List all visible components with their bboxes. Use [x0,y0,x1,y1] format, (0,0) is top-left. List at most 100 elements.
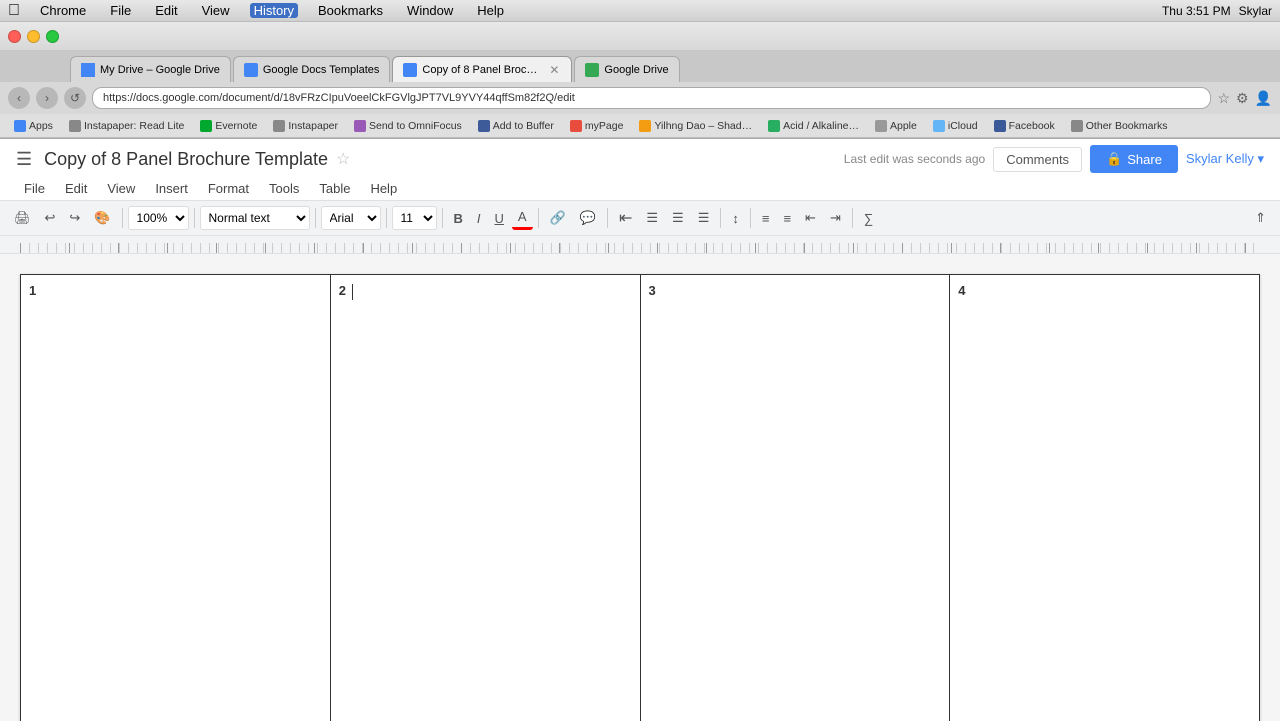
bookmark-instapaper[interactable]: Instapaper [267,117,344,135]
bold-button[interactable]: B [448,208,469,229]
bookmark-omnifocus[interactable]: Send to OmniFocus [348,117,468,135]
bookmark-label-yilhng: Yilhng Dao – Shad… [654,120,752,132]
bookmark-favicon-evernote [200,120,212,132]
toolbar-sep-5 [442,208,443,228]
bookmark-other[interactable]: Other Bookmarks [1065,117,1174,135]
indent-decrease-button[interactable]: ⇤ [799,207,822,229]
align-right-button[interactable]: ☰ [666,207,690,229]
tab-gdocs-templates[interactable]: Google Docs Templates [233,56,391,82]
bookmark-label-buffer: Add to Buffer [493,120,554,132]
numbered-list-button[interactable]: ≡ [777,208,797,229]
mac-menu-edit[interactable]: Edit [151,3,181,18]
line-spacing-button[interactable]: ↕ [726,208,745,229]
italic-button[interactable]: I [471,208,487,229]
font-size-select[interactable]: 11 [392,206,437,230]
bookmark-star-icon[interactable]: ☆ [1217,90,1230,107]
align-justify-button[interactable]: ☰ [692,207,716,229]
mac-menu-file[interactable]: File [106,3,135,18]
bookmark-instapaper-read[interactable]: Instapaper: Read Lite [63,117,190,135]
cell-number-4: 4 [958,283,965,298]
mac-menu-help[interactable]: Help [473,3,508,18]
title-bar [0,22,1280,50]
bookmark-favicon-apple [875,120,887,132]
docs-menu-tools[interactable]: Tools [261,179,307,198]
bookmark-apps[interactable]: Apps [8,117,59,135]
docs-menu-file[interactable]: File [16,179,53,198]
mac-menu-history[interactable]: History [250,3,298,18]
docs-menu-view[interactable]: View [99,179,143,198]
doc-cell-3[interactable]: 3 [640,275,950,721]
bookmark-label-apps: Apps [29,120,53,132]
docs-content[interactable]: 1 2 3 4 [0,254,1280,721]
mac-menu-window[interactable]: Window [403,3,457,18]
extension-icon[interactable]: ⚙ [1236,90,1249,107]
comment-button[interactable]: 💬 [574,207,602,229]
bookmark-favicon-other [1071,120,1083,132]
apple-menu[interactable]:  [8,2,20,20]
toolbar-sep-8 [720,208,721,228]
docs-star-icon[interactable]: ☆ [336,149,350,169]
zoom-select[interactable]: 100% [128,206,189,230]
doc-cell-1[interactable]: 1 [21,275,331,721]
address-input[interactable] [92,87,1211,109]
tab-favicon-4 [585,63,599,77]
font-select[interactable]: Arial [321,206,381,230]
bookmark-favicon-icloud [933,120,945,132]
cell-number-3: 3 [649,283,656,298]
docs-menubar: File Edit View Insert Format Tools Table… [16,177,1264,200]
close-window-button[interactable] [8,30,21,43]
tab-close-button-3[interactable]: ✕ [547,63,561,77]
doc-cell-4[interactable]: 4 [950,275,1260,721]
text-color-button[interactable]: A [512,206,533,230]
share-button[interactable]: 🔒 Share [1090,145,1178,173]
comments-button[interactable]: Comments [993,147,1082,172]
bookmark-mypage[interactable]: myPage [564,117,630,135]
docs-menu-help[interactable]: Help [362,179,405,198]
docs-menu-format[interactable]: Format [200,179,257,198]
align-center-button[interactable]: ☰ [640,207,664,229]
tab-brochure[interactable]: Copy of 8 Panel Brochure ✕ [392,56,572,82]
align-left-button[interactable]: ⇤ [613,205,638,231]
tab-my-drive[interactable]: My Drive – Google Drive [70,56,231,82]
undo-button[interactable]: ↩ [39,207,62,229]
tab-favicon-2 [244,63,258,77]
mac-menu-view[interactable]: View [198,3,234,18]
print-button[interactable]: 🖨 [8,207,37,229]
bookmark-yilhng[interactable]: Yilhng Dao – Shad… [633,117,758,135]
paragraph-style-select[interactable]: Normal text [200,206,310,230]
paint-format-button[interactable]: 🎨 [88,207,116,229]
docs-menu-table[interactable]: Table [311,179,358,198]
redo-button[interactable]: ↪ [63,207,86,229]
toolbar-collapse-button[interactable]: ⇑ [1249,207,1272,229]
bookmark-icloud[interactable]: iCloud [927,117,984,135]
indent-increase-button[interactable]: ⇥ [824,207,847,229]
bookmark-apple[interactable]: Apple [869,117,923,135]
bookmark-label-apple: Apple [890,120,917,132]
refresh-button[interactable]: ↺ [64,87,86,109]
mac-menu-chrome[interactable]: Chrome [36,3,90,18]
maximize-window-button[interactable] [46,30,59,43]
mac-time: Thu 3:51 PM [1162,4,1231,18]
tab-google-drive[interactable]: Google Drive [574,56,679,82]
bookmark-evernote[interactable]: Evernote [194,117,263,135]
minimize-window-button[interactable] [27,30,40,43]
docs-menu-icon[interactable]: ☰ [16,149,32,170]
doc-cell-2[interactable]: 2 [330,275,640,721]
bookmark-facebook[interactable]: Facebook [988,117,1061,135]
bookmark-buffer[interactable]: Add to Buffer [472,117,560,135]
underline-button[interactable]: U [489,208,510,229]
bookmark-label-acid: Acid / Alkaline… [783,120,859,132]
bookmark-acid[interactable]: Acid / Alkaline… [762,117,865,135]
bullet-list-button[interactable]: ≡ [756,208,776,229]
user-name[interactable]: Skylar Kelly ▾ [1186,151,1264,167]
back-button[interactable]: ‹ [8,87,30,109]
toolbar-sep-2 [194,208,195,228]
formula-button[interactable]: ∑ [858,208,879,229]
link-button[interactable]: 🔗 [544,207,572,229]
avatar-icon[interactable]: 👤 [1255,90,1272,107]
docs-menu-edit[interactable]: Edit [57,179,95,198]
mac-menu-bookmarks[interactable]: Bookmarks [314,3,387,18]
ruler-marks [20,243,1260,253]
docs-menu-insert[interactable]: Insert [147,179,196,198]
forward-button[interactable]: › [36,87,58,109]
